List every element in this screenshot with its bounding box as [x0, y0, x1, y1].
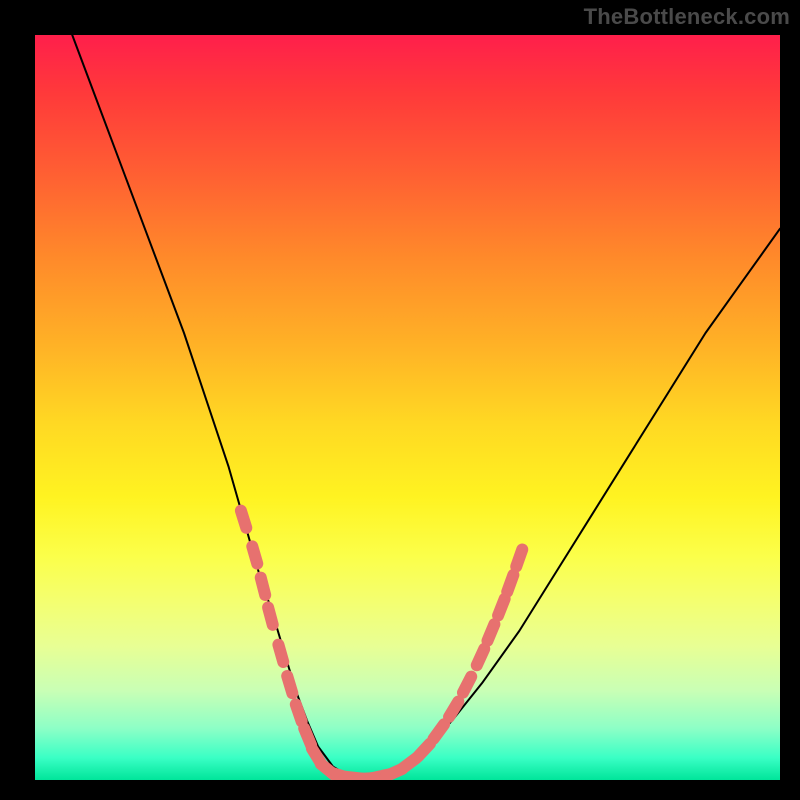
watermark-label: TheBottleneck.com [584, 4, 790, 30]
bottleneck-curve [72, 35, 780, 779]
chart-svg [35, 35, 780, 780]
plot-area [35, 35, 780, 780]
chart-frame: TheBottleneck.com [0, 0, 800, 800]
highlight-markers [241, 511, 522, 779]
